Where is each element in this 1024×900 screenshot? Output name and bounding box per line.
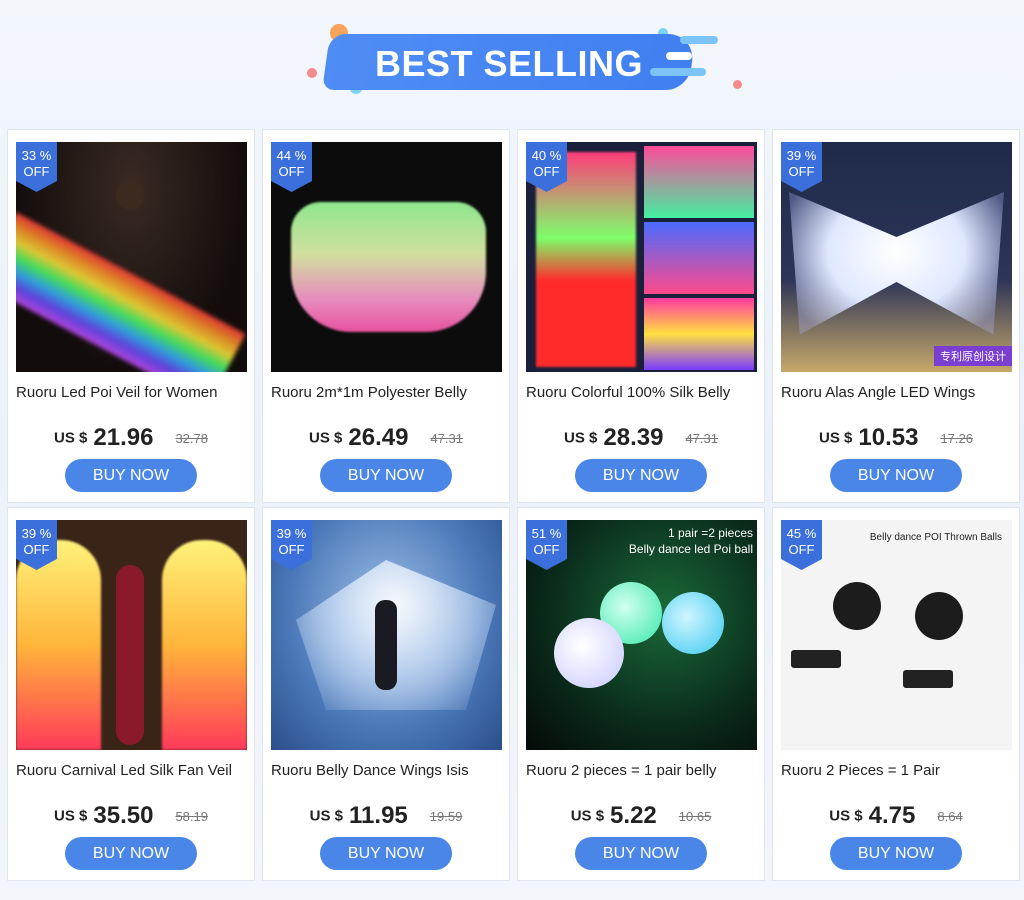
discount-badge: 51 % OFF bbox=[526, 520, 567, 570]
poi-handle bbox=[903, 670, 953, 688]
price: 28.39 bbox=[603, 424, 664, 451]
buy-now-button[interactable]: BUY NOW bbox=[65, 837, 197, 870]
product-card[interactable]: 39 % OFF Ruoru Carnival Led Silk Fan Veil… bbox=[7, 507, 255, 881]
buy-now-button[interactable]: BUY NOW bbox=[320, 459, 452, 492]
veil-thumb bbox=[644, 146, 754, 218]
dancer-figure bbox=[116, 565, 144, 745]
price: 26.49 bbox=[348, 424, 409, 451]
product-card[interactable]: 40 % OFF Ruoru Colorful 100% Silk Belly U… bbox=[517, 129, 765, 503]
old-price: 17.26 bbox=[940, 430, 973, 446]
product-card[interactable]: 33 % OFF Ruoru Led Poi Veil for Women US … bbox=[7, 129, 255, 503]
old-price: 8.64 bbox=[937, 808, 963, 824]
price-row: US $ 5.22 10.65 bbox=[518, 802, 764, 830]
veil-thumb bbox=[644, 298, 754, 370]
buy-now-button[interactable]: BUY NOW bbox=[575, 459, 707, 492]
price-row: US $ 4.75 8.64 bbox=[773, 802, 1019, 830]
price-row: US $ 10.53 17.26 bbox=[773, 424, 1019, 452]
discount-badge: 45 % OFF bbox=[781, 520, 822, 570]
veil-glow bbox=[16, 212, 246, 372]
price: 21.96 bbox=[93, 424, 154, 451]
product-image[interactable]: 39 % OFF 专利原创设计 bbox=[781, 142, 1012, 372]
dancer-figure bbox=[116, 182, 144, 210]
image-caption: Belly dance POI Thrown Balls bbox=[869, 532, 1002, 543]
currency: US $ bbox=[54, 429, 88, 447]
old-price: 19.59 bbox=[429, 808, 463, 824]
product-image[interactable]: 39 % OFF bbox=[16, 520, 247, 750]
currency: US $ bbox=[819, 429, 853, 447]
currency: US $ bbox=[309, 807, 344, 825]
price: 4.75 bbox=[868, 802, 916, 829]
veil-thumb bbox=[644, 222, 754, 294]
poi-ball-glow bbox=[662, 592, 724, 654]
price-row: US $ 21.96 32.78 bbox=[8, 424, 254, 452]
poi-ball-glow bbox=[554, 618, 624, 688]
price: 35.50 bbox=[93, 802, 154, 829]
product-title[interactable]: Ruoru Led Poi Veil for Women bbox=[16, 384, 248, 401]
product-title[interactable]: Ruoru Alas Angle LED Wings bbox=[781, 384, 1013, 401]
product-card[interactable]: 39 % OFF 专利原创设计 Ruoru Alas Angle LED Wing… bbox=[772, 129, 1020, 503]
poi-ball bbox=[833, 582, 881, 630]
product-title[interactable]: Ruoru 2 pieces = 1 pair belly bbox=[526, 762, 758, 779]
buy-now-button[interactable]: BUY NOW bbox=[830, 837, 962, 870]
currency: US $ bbox=[570, 807, 605, 825]
product-card[interactable]: 39 % OFF Ruoru Belly Dance Wings Isis US … bbox=[262, 507, 510, 881]
price-row: US $ 11.95 19.59 bbox=[263, 802, 509, 830]
old-price: 47.31 bbox=[685, 430, 718, 446]
discount-badge: 39 % OFF bbox=[271, 520, 312, 570]
product-title[interactable]: Ruoru Colorful 100% Silk Belly bbox=[526, 384, 758, 401]
product-image[interactable]: 33 % OFF bbox=[16, 142, 247, 372]
product-image[interactable]: 45 % OFF Belly dance POI Thrown Balls bbox=[781, 520, 1012, 750]
buy-now-button[interactable]: BUY NOW bbox=[830, 459, 962, 492]
price-row: US $ 26.49 47.31 bbox=[263, 424, 509, 452]
old-price: 47.31 bbox=[430, 430, 463, 446]
fan-veil-glow bbox=[16, 540, 101, 750]
dancer-figure bbox=[375, 600, 397, 690]
product-title[interactable]: Ruoru 2 Pieces = 1 Pair bbox=[781, 762, 1013, 779]
price: 11.95 bbox=[349, 802, 408, 829]
discount-badge: 44 % OFF bbox=[271, 142, 312, 192]
buy-now-button[interactable]: BUY NOW bbox=[320, 837, 452, 870]
poi-ball bbox=[915, 592, 963, 640]
product-grid: 33 % OFF Ruoru Led Poi Veil for Women US … bbox=[0, 0, 1024, 900]
discount-badge: 33 % OFF bbox=[16, 142, 57, 192]
product-card[interactable]: 51 % OFF 1 pair =2 pieces Belly dance led… bbox=[517, 507, 765, 881]
price-row: US $ 28.39 47.31 bbox=[518, 424, 764, 452]
product-image[interactable]: 39 % OFF bbox=[271, 520, 502, 750]
image-tag: 专利原创设计 bbox=[934, 346, 1012, 366]
fan-veil-glow bbox=[162, 540, 247, 750]
image-caption: Belly dance led Poi ball bbox=[628, 542, 753, 556]
price-row: US $ 35.50 58.19 bbox=[8, 802, 254, 830]
price: 10.53 bbox=[858, 424, 919, 451]
old-price: 10.65 bbox=[678, 808, 712, 824]
poi-handle bbox=[791, 650, 841, 668]
old-price: 32.78 bbox=[175, 430, 208, 446]
veil-glow bbox=[291, 202, 486, 332]
product-title[interactable]: Ruoru Belly Dance Wings Isis bbox=[271, 762, 503, 779]
currency: US $ bbox=[564, 429, 598, 447]
product-title[interactable]: Ruoru 2m*1m Polyester Belly bbox=[271, 384, 503, 401]
product-image[interactable]: 51 % OFF 1 pair =2 pieces Belly dance led… bbox=[526, 520, 757, 750]
product-image[interactable]: 40 % OFF bbox=[526, 142, 757, 372]
discount-badge: 39 % OFF bbox=[781, 142, 822, 192]
buy-now-button[interactable]: BUY NOW bbox=[575, 837, 707, 870]
old-price: 58.19 bbox=[175, 808, 208, 824]
product-card[interactable]: 45 % OFF Belly dance POI Thrown Balls Ruo… bbox=[772, 507, 1020, 881]
product-card[interactable]: 44 % OFF Ruoru 2m*1m Polyester Belly US $… bbox=[262, 129, 510, 503]
currency: US $ bbox=[54, 807, 88, 825]
product-image[interactable]: 44 % OFF bbox=[271, 142, 502, 372]
wings-glow bbox=[789, 192, 1004, 335]
price: 5.22 bbox=[610, 802, 657, 829]
image-caption: 1 pair =2 pieces bbox=[667, 526, 753, 540]
product-title[interactable]: Ruoru Carnival Led Silk Fan Veil bbox=[16, 762, 248, 779]
currency: US $ bbox=[829, 807, 863, 825]
buy-now-button[interactable]: BUY NOW bbox=[65, 459, 197, 492]
currency: US $ bbox=[309, 429, 343, 447]
